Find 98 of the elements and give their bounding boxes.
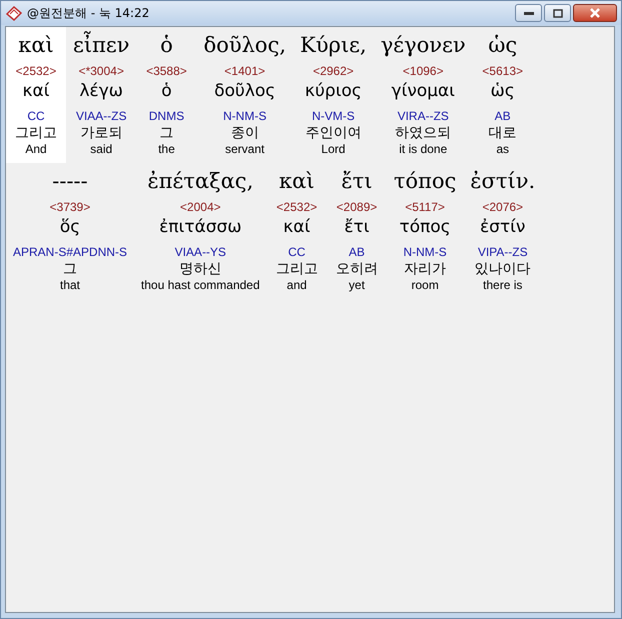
strong-number: <2532>: [276, 199, 318, 215]
strong-number: <1401>: [224, 63, 266, 79]
lemma-word: καί: [22, 80, 50, 103]
greek-word: Κύριε,: [300, 32, 367, 59]
window-title: @원전분해 - 눅 14:22: [27, 4, 150, 22]
morph-code: CC: [288, 244, 306, 260]
maximize-button[interactable]: [544, 4, 571, 22]
morph-code: CC: [27, 108, 45, 124]
korean-gloss: 그리고: [15, 124, 57, 142]
greek-word: ὁ: [160, 32, 173, 59]
morph-code: VIRA--ZS: [397, 108, 449, 124]
greek-word: καὶ: [18, 32, 54, 59]
greek-word: εἶπεν: [73, 30, 130, 59]
english-gloss: it is done: [399, 142, 448, 157]
english-gloss: that: [60, 278, 80, 293]
korean-gloss: 자리가: [404, 260, 446, 278]
maximize-icon: [552, 8, 562, 18]
lemma-word: γίνομαι: [391, 80, 455, 103]
strong-number: <5117>: [405, 199, 445, 215]
korean-gloss: 종이: [230, 124, 259, 142]
minimize-button[interactable]: [515, 4, 542, 22]
close-button[interactable]: [573, 4, 617, 22]
word-column[interactable]: καὶ <2532> καί CC 그리고 And: [6, 27, 66, 163]
word-column[interactable]: δοῦλος, <1401> δοῦλος N-NM-S 종이 servant: [196, 27, 294, 163]
greek-word: δοῦλος,: [204, 32, 286, 59]
greek-word: ὡς: [488, 32, 518, 59]
korean-gloss: 그: [160, 124, 174, 142]
lemma-word: ἔτι: [344, 216, 370, 239]
word-column[interactable]: ὁ <3588> ὁ DNMS 그 the: [136, 27, 197, 163]
morph-code: AB: [348, 244, 365, 260]
korean-gloss: 명하신: [179, 260, 222, 278]
lemma-word: ὁ: [161, 80, 172, 103]
english-gloss: and: [286, 278, 307, 293]
korean-gloss: 오히려: [336, 260, 378, 278]
strong-number: <3739>: [50, 199, 90, 215]
word-column[interactable]: τόπος <5117> τόπος N-NM-S 자리가 room: [386, 163, 464, 299]
english-gloss: thou hast commanded: [141, 278, 260, 293]
strong-number: <2532>: [16, 63, 56, 79]
english-gloss: as: [496, 142, 509, 157]
morph-code: DNMS: [148, 108, 184, 124]
morph-code: N-NM-S: [403, 244, 447, 260]
korean-gloss: 대로: [488, 124, 517, 142]
minimize-icon: [524, 11, 534, 15]
lemma-word: ὡς: [490, 80, 515, 103]
strong-number: <*3004>: [78, 63, 124, 79]
lemma-word: ἐπιτάσσω: [159, 216, 242, 239]
word-column[interactable]: καὶ <2532> καί CC 그리고 and: [266, 163, 327, 299]
morph-code: APRAN-S#APDNN-S: [13, 244, 128, 260]
korean-gloss: 주인이여: [305, 124, 362, 142]
english-gloss: servant: [225, 142, 264, 157]
korean-gloss: 하였으되: [395, 124, 452, 142]
korean-gloss: 그리고: [276, 260, 318, 278]
morph-code: N-NM-S: [223, 108, 266, 124]
strong-number: <1096>: [402, 63, 444, 79]
word-column[interactable]: ὡς <5613> ὡς AB 대로 as: [472, 27, 533, 163]
strong-number: <2004>: [180, 199, 221, 215]
strong-number: <3588>: [146, 63, 187, 79]
lemma-word: τόπος: [399, 216, 451, 239]
english-gloss: Lord: [321, 142, 346, 157]
english-gloss: yet: [348, 278, 365, 293]
morph-code: VIAA--YS: [174, 244, 226, 260]
english-gloss: said: [90, 142, 112, 157]
english-gloss: there is: [483, 278, 522, 293]
english-gloss: room: [411, 278, 439, 293]
greek-word: ἔτι: [341, 168, 372, 195]
korean-gloss: 있나이다: [474, 260, 531, 278]
strong-number: <2089>: [336, 199, 378, 215]
word-column[interactable]: ----- <3739> ὅς APRAN-S#APDNN-S 그 that: [6, 163, 134, 299]
greek-word: τόπος: [394, 168, 456, 195]
strong-number: <2962>: [312, 63, 354, 79]
greek-word: καὶ: [279, 168, 315, 195]
english-gloss: And: [25, 142, 47, 157]
greek-word: γέγονεν: [380, 32, 466, 59]
lemma-word: καί: [283, 216, 310, 239]
korean-gloss: 가로되: [80, 124, 122, 142]
word-column[interactable]: εἶπεν <*3004> λέγω VIAA--ZS 가로되 said: [66, 27, 137, 163]
word-column[interactable]: Κύριε, <2962> κύριος N-VM-S 주인이여 Lord: [293, 27, 374, 163]
greek-word: ἐστίν.: [470, 168, 536, 195]
word-column[interactable]: γέγονεν <1096> γίνομαι VIRA--ZS 하였으되 it is done: [374, 27, 473, 163]
morph-code: VIAA--ZS: [76, 108, 127, 124]
lemma-word: λέγω: [80, 80, 124, 103]
strong-number: <5613>: [482, 63, 524, 79]
lemma-word: ὅς: [60, 216, 80, 239]
morph-code: AB: [494, 108, 511, 124]
english-gloss: the: [158, 142, 175, 157]
greek-word: ἐπέταξας,: [147, 168, 254, 195]
word-column[interactable]: ἔτι <2089> ἔτι AB 오히려 yet: [326, 163, 387, 299]
word-column[interactable]: ἐπέταξας, <2004> ἐπιτάσσω VIAA--YS 명하신 thou hast commanded: [134, 163, 267, 299]
close-icon: [589, 8, 601, 18]
morph-code: N-VM-S: [312, 108, 355, 124]
word-column[interactable]: ἐστίν. <2076> ἐστίν VIPA--ZS 있나이다 there is: [463, 163, 542, 299]
greek-word: -----: [52, 168, 88, 195]
strong-number: <2076>: [482, 199, 524, 215]
korean-gloss: 그: [63, 260, 78, 278]
lemma-word: δοῦλος: [214, 80, 276, 103]
lemma-word: ἐστίν: [480, 216, 526, 239]
lemma-word: κύριος: [304, 80, 362, 103]
morph-code: VIPA--ZS: [478, 244, 528, 260]
